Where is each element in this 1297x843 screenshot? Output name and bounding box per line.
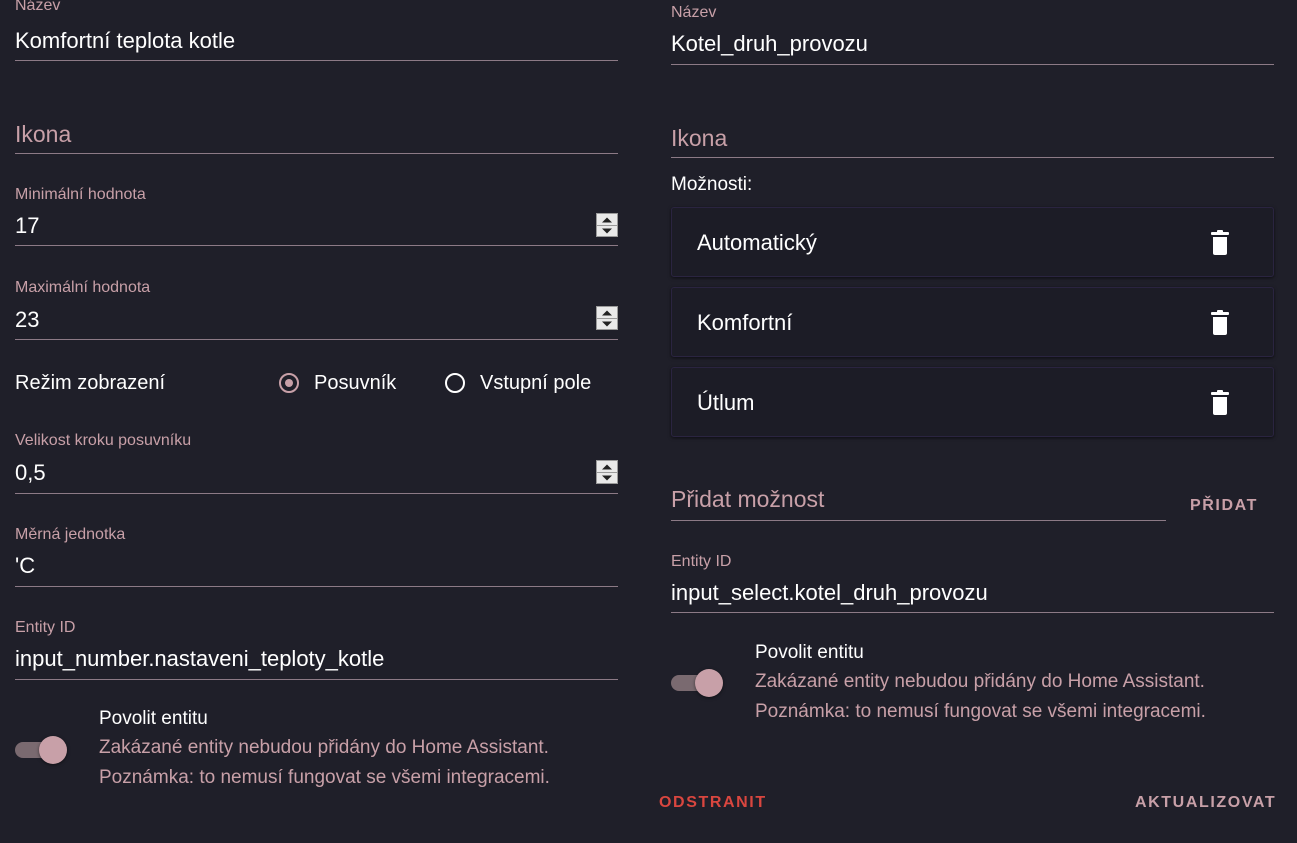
option-label: Komfortní [697, 310, 793, 335]
enable-entity-switch[interactable] [671, 668, 725, 698]
entity-id-input[interactable]: input_select.kotel_druh_provozu [671, 580, 988, 606]
enable-entity-desc-1: Zakázané entity nebudou přidány do Home … [99, 737, 549, 758]
trash-icon[interactable] [1211, 230, 1229, 256]
step-stepper[interactable] [596, 460, 618, 484]
step-input[interactable]: 0,5 [15, 460, 46, 486]
trash-icon[interactable] [1211, 310, 1229, 336]
name-value[interactable]: Komfortní teplota kotle [15, 28, 235, 54]
min-value-input[interactable]: 17 [15, 213, 39, 239]
add-option-field[interactable]: Přidat možnost [671, 476, 1166, 521]
entity-id-field[interactable]: Entity ID input_select.kotel_druh_provoz… [671, 549, 1274, 613]
name-field[interactable]: Název Kotel_druh_provozu [671, 0, 1274, 65]
unit-input[interactable]: 'C [15, 553, 35, 579]
stepper-down-icon[interactable] [597, 318, 617, 329]
option-item: Útlum [671, 367, 1274, 437]
option-label: Útlum [697, 390, 755, 415]
radio-unchecked-icon[interactable] [445, 373, 465, 393]
radio-input-field[interactable]: Vstupní pole [445, 368, 591, 398]
icon-field[interactable]: Ikona [671, 114, 1274, 158]
name-value[interactable]: Kotel_druh_provozu [671, 31, 868, 57]
max-value-field[interactable]: Maximální hodnota 23 [15, 275, 618, 340]
min-value-field[interactable]: Minimální hodnota 17 [15, 180, 618, 246]
min-value-stepper[interactable] [596, 213, 618, 237]
enable-entity-block: Povolit entitu Zakázané entity nebudou p… [671, 640, 1274, 730]
max-value-stepper[interactable] [596, 306, 618, 330]
enable-entity-desc-2: Poznámka: to nemusí fungovat se všemi in… [99, 767, 550, 788]
max-value-label: Maximální hodnota [15, 279, 151, 296]
radio-slider[interactable]: Posuvník [279, 368, 396, 398]
unit-label: Měrná jednotka [15, 526, 126, 543]
icon-field[interactable]: Ikona [15, 110, 618, 154]
enable-entity-block: Povolit entitu Zakázané entity nebudou p… [15, 706, 618, 796]
unit-field[interactable]: Měrná jednotka 'C [15, 522, 618, 587]
add-option-placeholder[interactable]: Přidat možnost [671, 486, 824, 513]
icon-placeholder[interactable]: Ikona [15, 121, 71, 148]
delete-button[interactable]: ODSTRANIT [659, 794, 767, 812]
name-field[interactable]: Název Komfortní teplota kotle [15, 0, 618, 61]
trash-icon[interactable] [1211, 390, 1229, 416]
enable-entity-desc-1: Zakázané entity nebudou přidány do Home … [755, 671, 1205, 692]
entity-id-input[interactable]: input_number.nastaveni_teploty_kotle [15, 646, 384, 672]
max-value-input[interactable]: 23 [15, 307, 39, 333]
step-field[interactable]: Velikost kroku posuvníku 0,5 [15, 428, 618, 494]
entity-id-label: Entity ID [15, 619, 76, 636]
radio-checked-icon[interactable] [279, 373, 299, 393]
stepper-down-icon[interactable] [597, 225, 617, 236]
radio-input-field-label[interactable]: Vstupní pole [480, 372, 591, 395]
options-label: Možnosti: [671, 174, 753, 195]
icon-placeholder[interactable]: Ikona [671, 125, 727, 152]
stepper-down-icon[interactable] [597, 472, 617, 483]
name-label: Název [15, 0, 61, 14]
name-label: Název [671, 4, 717, 21]
enable-entity-title: Povolit entitu [755, 642, 864, 663]
switch-thumb[interactable] [39, 736, 67, 764]
add-option-button[interactable]: PŘIDAT [1190, 497, 1258, 515]
enable-entity-desc-2: Poznámka: to nemusí fungovat se všemi in… [755, 701, 1206, 722]
entity-id-label: Entity ID [671, 553, 732, 570]
display-mode-group: Režim zobrazení Posuvník Vstupní pole [15, 368, 618, 398]
min-value-label: Minimální hodnota [15, 186, 146, 203]
option-label: Automatický [697, 230, 817, 255]
step-label: Velikost kroku posuvníku [15, 432, 192, 449]
entity-id-field[interactable]: Entity ID input_number.nastaveni_teploty… [15, 615, 618, 680]
enable-entity-title: Povolit entitu [99, 708, 208, 729]
option-item: Automatický [671, 207, 1274, 277]
switch-thumb[interactable] [695, 669, 723, 697]
enable-entity-switch[interactable] [15, 735, 69, 765]
display-mode-label: Režim zobrazení [15, 372, 166, 394]
radio-slider-label[interactable]: Posuvník [314, 372, 396, 395]
update-button[interactable]: AKTUALIZOVAT [1135, 794, 1276, 812]
option-item: Komfortní [671, 287, 1274, 357]
